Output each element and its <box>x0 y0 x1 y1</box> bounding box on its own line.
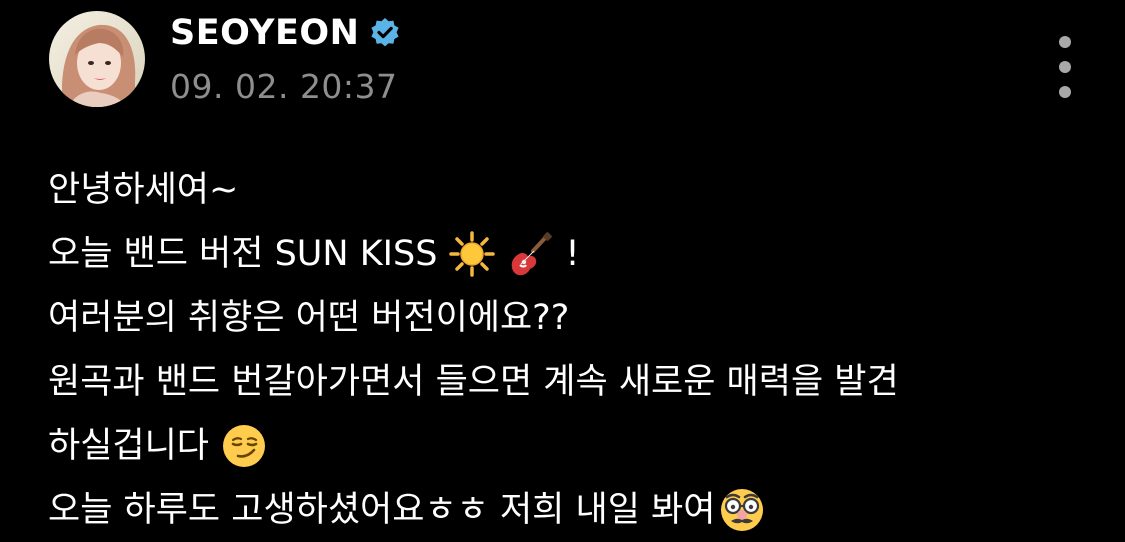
more-options-button[interactable] <box>1048 36 1082 98</box>
post-card: SEOYEON 09. 02. 20:37 안녕하세여~ 오늘 밴드 버전 SU… <box>0 0 1125 539</box>
post-line-text: 여러분의 취향은 어떤 버전이에요?? <box>48 298 570 338</box>
sun-icon <box>449 231 496 277</box>
post-body: 안녕하세여~ 오늘 밴드 버전 SUN KISS ! 여러분의 취향은 어떤 버… <box>48 158 1098 542</box>
post-line-text: 원곡과 밴드 번갈아가면서 들으면 계속 새로운 매력을 발견 <box>48 362 899 402</box>
guitar-icon <box>507 231 553 277</box>
verified-badge-icon <box>369 17 401 49</box>
smirking-face-icon <box>221 423 267 469</box>
post-line-text: 안녕하세여~ <box>48 170 239 210</box>
post-line: 원곡과 밴드 번갈아가면서 들으면 계속 새로운 매력을 발견 <box>48 350 1098 414</box>
profile-photo <box>49 11 145 107</box>
post-line-suffix: ! <box>565 234 580 274</box>
author-header: SEOYEON <box>170 10 401 56</box>
post-line: 하실겁니다 <box>48 414 1098 478</box>
more-vertical-icon <box>1059 36 1071 48</box>
more-vertical-icon <box>1059 61 1071 73</box>
post-timestamp: 09. 02. 20:37 <box>170 67 398 106</box>
post-line-text: 오늘 하루도 고생하셨어요ㅎㅎ 저희 내일 봐여 <box>48 490 716 530</box>
post-line: 오늘 하루도 고생하셨어요ㅎㅎ 저희 내일 봐여 <box>48 478 1098 542</box>
post-line: 여러분의 취향은 어떤 버전이에요?? <box>48 286 1098 350</box>
author-name[interactable]: SEOYEON <box>170 10 359 56</box>
post-line-text: 하실겁니다 <box>48 426 210 466</box>
disguised-face-icon <box>719 487 765 533</box>
avatar[interactable] <box>49 11 145 107</box>
post-line: 안녕하세여~ <box>48 158 1098 222</box>
post-line: 오늘 밴드 버전 SUN KISS ! <box>48 222 1098 286</box>
more-vertical-icon <box>1059 86 1071 98</box>
post-line-text: 오늘 밴드 버전 SUN KISS <box>48 234 438 274</box>
